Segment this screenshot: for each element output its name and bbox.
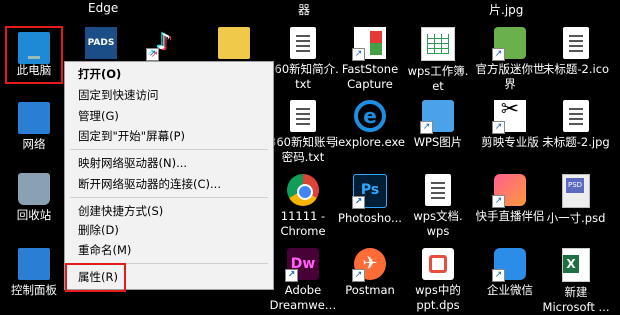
desktop-icon-official-game[interactable]: 官方版迷你世 界	[472, 27, 548, 92]
icon-label: 企业微信	[487, 283, 533, 297]
icon-label: 360新知账号 密码.txt	[269, 135, 337, 164]
desktop-icon-360-intro[interactable]: 360新知简介. txt	[265, 27, 341, 92]
game-icon	[492, 27, 526, 61]
desktop-icon-wps-doc[interactable]: wps文档. wps	[400, 174, 476, 239]
image-file-icon	[563, 27, 589, 59]
icon-label: iexplore.exe	[334, 135, 405, 149]
icon-label: Postman	[345, 283, 395, 297]
top-label-qi: 器	[298, 3, 311, 17]
icon-label: 控制面板	[11, 283, 57, 297]
document-icon	[425, 174, 451, 206]
desktop-icon-wps-pics[interactable]: WPS图片	[400, 100, 476, 150]
excel-file-icon	[562, 248, 590, 282]
menu-item-rename[interactable]: 重命名(M)	[65, 241, 273, 260]
faststone-icon	[352, 27, 386, 61]
menu-item-pin-start[interactable]: 固定到"开始"屏幕(P)	[65, 127, 273, 146]
desktop-icon-wps-workbook[interactable]: wps工作簿. et	[400, 27, 476, 94]
desktop-icon-photoshop[interactable]: Ps Photosho...	[332, 174, 408, 226]
icon-label: 未标题-2.jpg	[542, 135, 610, 149]
top-label-edge: Edge	[88, 1, 119, 15]
icon-label: 快手直播伴侣	[475, 209, 545, 223]
menu-item-create-shortcut[interactable]: 创建快捷方式(S)	[65, 202, 273, 221]
icon-label: 网络	[22, 137, 46, 151]
desktop-icon-dreamweaver[interactable]: Dw Adobe Dreamwe…	[265, 248, 341, 313]
menu-item-open[interactable]: 打开(O)	[65, 65, 273, 84]
this-pc-highlight	[5, 26, 63, 84]
desktop-icon-xlsx[interactable]: 新建 Microsoft ...	[538, 248, 614, 315]
menu-item-delete[interactable]: 删除(D)	[65, 221, 273, 240]
desktop: Edge 器 片.jpg 此电脑 网络 回收站 控制面板 PADS ♪ 360新…	[0, 0, 620, 314]
image-file-icon	[563, 100, 589, 132]
properties-highlight	[65, 263, 126, 292]
desktop-icon-chrome[interactable]: 11111 - Chrome	[265, 174, 341, 239]
icon-label: 小一寸.psd	[546, 211, 606, 225]
desktop-icon-folder[interactable]	[196, 27, 272, 62]
postman-icon: ✈	[352, 248, 386, 282]
icon-label: wps工作簿. et	[407, 64, 469, 93]
desktop-icon-untitled-ico[interactable]: 未标题-2.ico	[538, 27, 614, 77]
chrome-icon	[287, 174, 319, 206]
desktop-icon-untitled-jpg[interactable]: 未标题-2.jpg	[538, 100, 614, 150]
desktop-icon-recycle-bin[interactable]: 回收站	[0, 173, 72, 223]
dreamweaver-icon: Dw	[285, 248, 319, 282]
desktop-icon-control-panel[interactable]: 控制面板	[0, 248, 72, 298]
text-file-icon	[290, 100, 316, 132]
icon-label: wps文档. wps	[413, 209, 463, 238]
desktop-icon-psd[interactable]: 小一寸.psd	[538, 174, 614, 226]
pads-icon: PADS	[85, 27, 117, 59]
tiktok-icon: ♪	[146, 27, 180, 61]
icon-label: 官方版迷你世 界	[475, 62, 545, 91]
internet-explorer-icon: e	[354, 100, 386, 132]
kuaishou-icon	[492, 174, 526, 208]
folder-icon	[218, 27, 250, 59]
psd-file-icon	[562, 174, 590, 208]
wps-pictures-icon	[420, 100, 454, 134]
icon-label: 未标题-2.ico	[542, 62, 610, 76]
desktop-icon-faststone[interactable]: FastStone Capture	[332, 27, 408, 92]
menu-item-map-drive[interactable]: 映射网络驱动器(N)...	[65, 154, 273, 173]
icon-label: 360新知简介. txt	[267, 62, 339, 91]
context-menu: 打开(O) 固定到快速访问 管理(G) 固定到"开始"屏幕(P) 映射网络驱动器…	[64, 61, 274, 290]
control-panel-icon	[18, 248, 50, 280]
menu-separator	[70, 149, 268, 150]
menu-item-pin-quick-access[interactable]: 固定到快速访问	[65, 86, 273, 105]
icon-label: 新建 Microsoft ...	[542, 285, 610, 314]
network-icon	[18, 102, 50, 134]
desktop-icon-postman[interactable]: ✈ Postman	[332, 248, 408, 298]
wecom-icon	[492, 248, 526, 282]
menu-item-manage[interactable]: 管理(G)	[65, 107, 273, 126]
photoshop-icon: Ps	[352, 174, 387, 209]
icon-label: Photosho...	[338, 211, 402, 225]
icon-label: 剪映专业版	[481, 135, 539, 149]
icon-label: FastStone Capture	[341, 62, 399, 91]
desktop-icon-360-account[interactable]: 360新知账号 密码.txt	[265, 100, 341, 165]
recycle-bin-icon	[18, 173, 50, 205]
top-label-jpg: 片.jpg	[489, 3, 524, 17]
icon-label: WPS图片	[413, 135, 463, 149]
icon-label: 回收站	[16, 208, 52, 222]
text-file-icon	[290, 27, 316, 59]
presentation-icon	[422, 248, 454, 280]
desktop-icon-wecom[interactable]: 企业微信	[472, 248, 548, 298]
desktop-icon-wps-ppt[interactable]: wps中的 ppt.dps	[400, 248, 476, 313]
icon-label: 11111 - Chrome	[280, 209, 326, 238]
desktop-icon-tiktok[interactable]: ♪	[126, 27, 202, 62]
desktop-icon-network[interactable]: 网络	[0, 102, 72, 152]
desktop-icon-kuaishou[interactable]: 快手直播伴侣	[472, 174, 548, 224]
capcut-icon	[492, 100, 526, 134]
menu-item-disconnect-drive[interactable]: 断开网络驱动器的连接(C)...	[65, 175, 273, 194]
menu-separator	[70, 197, 268, 198]
desktop-icon-iexplore[interactable]: e iexplore.exe	[332, 100, 408, 150]
spreadsheet-icon	[421, 27, 455, 61]
desktop-icon-capcut[interactable]: 剪映专业版	[472, 100, 548, 150]
